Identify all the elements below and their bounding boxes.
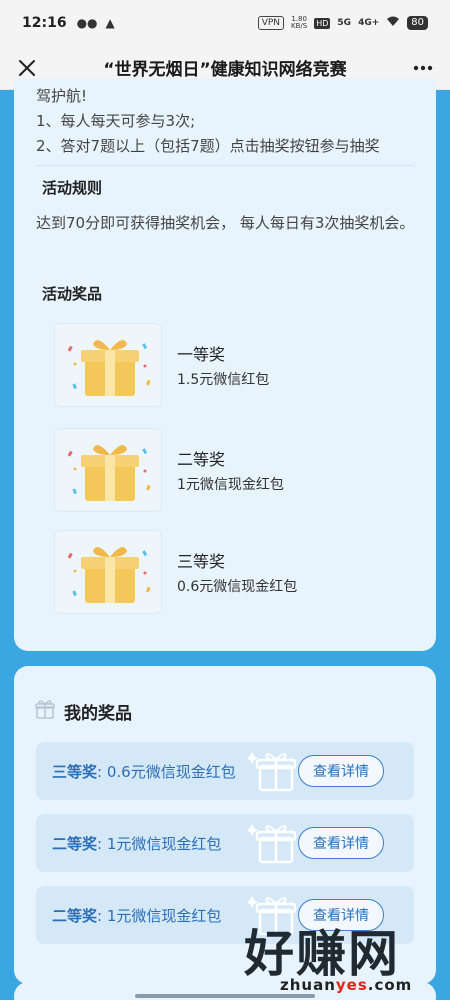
notification-icons: ●● ▲ <box>77 16 115 30</box>
prize-name: 二等奖 <box>177 450 226 469</box>
gift-decoration-icon <box>248 824 297 864</box>
status-bar: 12:16 ●● ▲ VPN 1.80 KB/S HD 5G 4G+ 80 <box>0 0 450 46</box>
status-time: 12:16 <box>22 15 67 31</box>
status-right: VPN 1.80 KB/S HD 5G 4G+ 80 <box>257 16 428 30</box>
record-text: 二等奖: 1元微信现金红包 <box>52 905 221 926</box>
my-prizes-title: 我的奖品 <box>34 698 132 725</box>
gift-box-icon <box>54 323 162 407</box>
prize-name: 一等奖 <box>177 345 226 364</box>
watermark-url-part: zhuan <box>280 976 336 994</box>
activity-intro: 驾护航! 1、每人每天可参与3次; 2、答对7题以上（包括7题）点击抽奖按钮参与… <box>36 84 416 159</box>
record-sep: : <box>97 763 103 781</box>
gift-icon <box>34 698 56 725</box>
intro-line: 2、答对7题以上（包括7题）点击抽奖按钮参与抽奖 <box>36 137 380 155</box>
prizes-title: 活动奖品 <box>38 283 107 304</box>
view-details-button[interactable]: 查看详情 <box>298 755 384 787</box>
record-level: 二等奖 <box>52 835 98 853</box>
view-details-button[interactable]: 查看详情 <box>298 827 384 859</box>
divider <box>36 165 414 166</box>
prize-item: 一等奖 1.5元微信红包 <box>36 323 416 407</box>
prize-desc: 0.6元微信现金红包 <box>177 579 298 595</box>
rules-title: 活动规则 <box>38 177 107 198</box>
record-desc: 1元微信现金红包 <box>106 835 222 853</box>
intro-line: 驾护航! <box>36 87 88 105</box>
prize-record: 三等奖: 0.6元微信现金红包 查看详情 <box>36 742 414 800</box>
watermark-url-part: .com <box>367 976 413 994</box>
signal-5g: 5G <box>337 18 352 28</box>
gift-box-icon <box>54 428 162 512</box>
activity-card: 驾护航! 1、每人每天可参与3次; 2、答对7题以上（包括7题）点击抽奖按钮参与… <box>14 78 436 651</box>
record-level: 二等奖 <box>52 907 98 925</box>
prize-desc: 1.5元微信红包 <box>177 372 270 388</box>
record-text: 二等奖: 1元微信现金红包 <box>52 833 221 854</box>
gift-decoration-icon <box>248 752 297 792</box>
watermark: 好赚网 zhuanyes.com <box>240 914 450 1000</box>
wifi-icon <box>386 16 400 30</box>
watermark-url: zhuanyes.com <box>280 976 412 994</box>
record-level: 三等奖 <box>52 763 98 781</box>
hd-badge: HD <box>314 17 331 29</box>
prize-item: 三等奖 0.6元微信现金红包 <box>36 530 416 614</box>
speed-unit: KB/S <box>291 22 308 30</box>
prize-desc: 1元微信现金红包 <box>177 477 284 493</box>
prize-name: 三等奖 <box>177 552 226 571</box>
record-desc: 0.6元微信现金红包 <box>106 763 236 781</box>
battery-indicator: 80 <box>407 16 428 30</box>
intro-line: 1、每人每天可参与3次; <box>36 112 196 130</box>
record-sep: : <box>97 835 103 853</box>
record-sep: : <box>97 907 103 925</box>
network-speed: 1.80 KB/S <box>291 16 307 30</box>
app-icon: ▲ <box>105 16 115 30</box>
gift-box-icon <box>54 530 162 614</box>
my-prizes-title-text: 我的奖品 <box>64 704 132 724</box>
record-desc: 1元微信现金红包 <box>106 907 222 925</box>
watermark-url-part: yes <box>335 976 368 994</box>
chat-icon: ●● <box>76 16 98 30</box>
vpn-badge: VPN <box>257 16 285 30</box>
rules-text: 达到70分即可获得抽奖机会， 每人每日有3次抽奖机会。 <box>36 214 415 232</box>
prize-item: 二等奖 1元微信现金红包 <box>36 428 416 512</box>
record-text: 三等奖: 0.6元微信现金红包 <box>52 761 236 782</box>
prize-record: 二等奖: 1元微信现金红包 查看详情 <box>36 814 414 872</box>
signal-4g: 4G+ <box>358 18 380 28</box>
page-title: “世界无烟日”健康知识网络竞赛 <box>103 60 347 80</box>
